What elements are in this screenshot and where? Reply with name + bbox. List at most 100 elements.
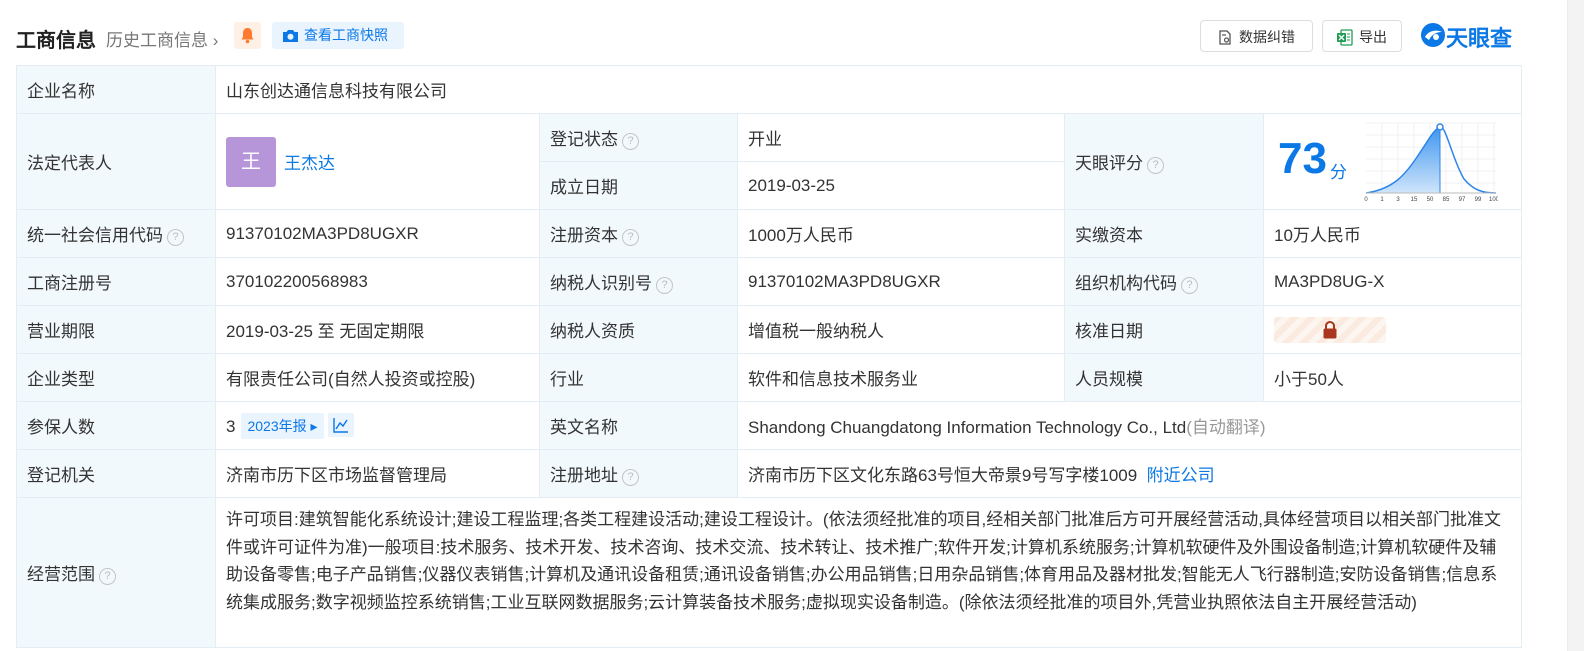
section-title: 工商信息 — [16, 30, 96, 52]
snapshot-button-label: 查看工商快照 — [304, 27, 388, 43]
table-row: 营业期限 2019-03-25 至 无固定期限 纳税人资质 增值税一般纳税人 核… — [16, 305, 1523, 354]
english-name-label: 英文名称 — [539, 401, 738, 450]
scope-label: 经营范围 — [27, 565, 95, 584]
history-link[interactable]: 历史工商信息 › — [106, 26, 218, 51]
org-code-label: 组织机构代码 — [1075, 274, 1177, 293]
english-name-cell: Shandong Chuangdatong Information Techno… — [736, 401, 1523, 450]
reg-capital-label: 注册资本 — [550, 226, 618, 245]
camera-icon — [283, 30, 298, 42]
table-row: 统一社会信用代码? 91370102MA3PD8UGXR 注册资本? 1000万… — [16, 209, 1523, 258]
reg-no-label: 工商注册号 — [16, 257, 216, 306]
type-label: 企业类型 — [16, 353, 216, 402]
bell-icon — [241, 28, 254, 44]
taxpayer-qual-label: 纳税人资质 — [539, 305, 738, 354]
legal-rep-label: 法定代表人 — [27, 154, 112, 173]
reg-no-value: 370102200568983 — [215, 257, 540, 306]
authority-value: 济南市历下区市场监督管理局 — [215, 449, 540, 498]
document-edit-icon — [1219, 30, 1231, 45]
bell-button[interactable] — [234, 22, 261, 49]
help-icon[interactable]: ? — [622, 229, 639, 246]
score-unit: 分 — [1330, 163, 1347, 182]
type-value: 有限责任公司(自然人投资或控股) — [215, 353, 540, 402]
help-icon[interactable]: ? — [1147, 157, 1164, 174]
score-label: 天眼评分 — [1075, 154, 1143, 173]
export-button-label: 导出 — [1359, 29, 1387, 45]
table-row: 企业类型 有限责任公司(自然人投资或控股) 行业 软件和信息技术服务业 人员规模… — [16, 353, 1523, 402]
term-label: 营业期限 — [16, 305, 216, 354]
data-fix-button[interactable]: 数据纠错 — [1200, 20, 1313, 52]
paid-capital-label: 实缴资本 — [1064, 209, 1264, 258]
help-icon[interactable]: ? — [622, 133, 639, 150]
table-row: 经营范围? 许可项目:建筑智能化系统设计;建设工程监理;各类工程建设活动;建设工… — [16, 497, 1523, 648]
staff-size-label: 人员规模 — [1064, 353, 1264, 402]
address-cell: 济南市历下区文化东路63号恒大帝景9号写字楼1009 附近公司 — [736, 449, 1523, 498]
score-tick: 100 — [1489, 197, 1498, 203]
staff-size-value: 小于50人 — [1262, 353, 1523, 402]
excel-icon — [1337, 29, 1353, 46]
score-tick: 0 — [1364, 197, 1368, 203]
score-cell[interactable]: 73 分 0 1 3 15 50 85 97 99 100 — [1262, 113, 1523, 210]
reg-capital-value: 1000万人民币 — [737, 209, 1065, 258]
locked-value[interactable] — [1274, 316, 1386, 343]
company-name: 山东创达通信息科技有限公司 — [214, 65, 1523, 114]
established-value: 2019-03-25 — [737, 161, 1065, 210]
score-tick: 85 — [1443, 197, 1450, 203]
legal-rep-cell: 王王杰达 — [215, 113, 540, 210]
data-fix-button-label: 数据纠错 — [1239, 29, 1295, 45]
table-row: 参保人数 3 2023年报 ▸ 英文名称 Shandong Chuangdaton… — [16, 401, 1523, 450]
legal-rep-name-link[interactable]: 王杰达 — [284, 154, 335, 173]
business-info-table: 企业名称 山东创达通信息科技有限公司 法定代表人 王王杰达 登记状态? 开业 天… — [16, 65, 1523, 648]
industry-value: 软件和信息技术服务业 — [737, 353, 1065, 402]
table-row: 工商注册号 370102200568983 纳税人识别号? 91370102MA… — [16, 257, 1523, 306]
taxpayer-qual-value: 增值税一般纳税人 — [737, 305, 1065, 354]
credit-code-label: 统一社会信用代码 — [27, 226, 163, 245]
score-distribution-chart: 0 1 3 15 50 85 97 99 100 — [1364, 122, 1498, 203]
trend-chart-button[interactable] — [327, 412, 354, 437]
english-name-value: Shandong Chuangdatong Information Techno… — [748, 418, 1187, 437]
history-link-label: 历史工商信息 — [106, 31, 208, 50]
help-icon[interactable]: ? — [1181, 277, 1198, 294]
score-tick: 1 — [1380, 197, 1384, 203]
annual-report-link[interactable]: 2023年报 ▸ — [241, 412, 324, 439]
score-tick: 15 — [1411, 197, 1418, 203]
help-icon[interactable]: ? — [99, 568, 116, 585]
snapshot-button[interactable]: 查看工商快照 — [272, 22, 404, 49]
status-label: 登记状态 — [550, 130, 618, 149]
term-value: 2019-03-25 至 无固定期限 — [215, 305, 540, 354]
help-icon[interactable]: ? — [622, 469, 639, 486]
caret-right-icon: ▸ — [306, 417, 318, 434]
scope-value: 许可项目:建筑智能化系统设计;建设工程监理;各类工程建设活动;建设工程设计。(依… — [214, 497, 1523, 648]
logo-text: 天眼查 — [1446, 26, 1513, 51]
table-row: 企业名称 山东创达通信息科技有限公司 — [16, 65, 1523, 114]
address-label: 注册地址 — [550, 466, 618, 485]
help-icon[interactable]: ? — [656, 277, 673, 294]
paid-capital-value: 10万人民币 — [1262, 209, 1523, 258]
auto-translate-note: (自动翻译) — [1186, 418, 1266, 437]
established-label: 成立日期 — [539, 161, 738, 210]
insured-value: 3 — [226, 416, 236, 436]
approval-date-cell — [1262, 305, 1523, 354]
approval-date-label: 核准日期 — [1064, 305, 1264, 354]
export-button[interactable]: 导出 — [1322, 20, 1402, 52]
insured-label: 参保人数 — [16, 401, 216, 450]
score-tick: 50 — [1427, 197, 1434, 203]
logo-mark-icon — [1421, 23, 1445, 47]
score-tick: 97 — [1459, 197, 1466, 203]
nearby-companies-link[interactable]: 附近公司 — [1147, 466, 1215, 485]
page-scrollbar[interactable] — [1567, 0, 1584, 651]
score-tick: 99 — [1475, 197, 1482, 203]
line-chart-icon — [332, 417, 348, 433]
org-code-value: MA3PD8UG-X — [1262, 257, 1523, 306]
help-icon[interactable]: ? — [167, 229, 184, 246]
company-name-label: 企业名称 — [16, 65, 216, 114]
section-header: 工商信息 历史工商信息 › 查看工商快照 数据纠错 导出 天眼查 — [16, 16, 1524, 56]
score-tick: 3 — [1396, 197, 1400, 203]
status-value: 开业 — [737, 113, 1065, 162]
authority-label: 登记机关 — [16, 449, 216, 498]
tianyancha-logo[interactable]: 天眼查 — [1420, 20, 1524, 51]
credit-code-value: 91370102MA3PD8UGXR — [215, 209, 540, 258]
avatar[interactable]: 王 — [226, 136, 276, 187]
lock-icon — [1323, 320, 1337, 338]
chevron-right-icon: › — [208, 31, 219, 50]
address-value: 济南市历下区文化东路63号恒大帝景9号写字楼1009 — [748, 466, 1138, 485]
